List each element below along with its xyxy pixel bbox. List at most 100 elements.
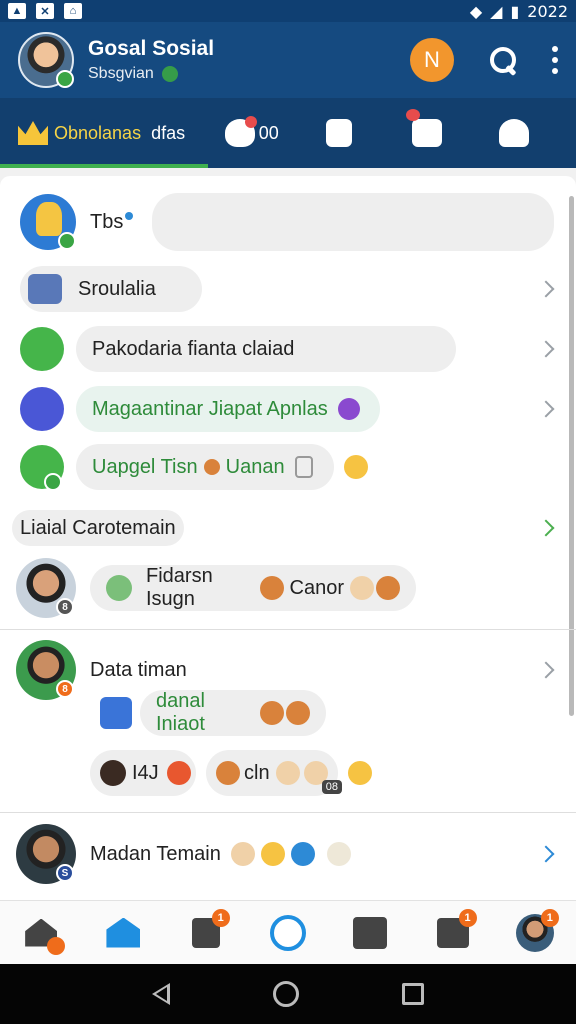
app-header: Gosal Sosial Sbsgvian N xyxy=(0,22,576,98)
person-icon xyxy=(499,119,530,147)
shortcut-1-label: Sroulalia xyxy=(78,277,156,300)
composer-row: Tbs xyxy=(0,192,576,252)
food-emoji-icon xyxy=(216,761,240,785)
composer-badge xyxy=(58,232,76,250)
shortcut-4-bubble[interactable]: Uapgel Tisn Uanan xyxy=(76,444,334,490)
ticket-icon xyxy=(20,327,64,371)
nav-profile[interactable]: 1 xyxy=(515,908,559,953)
recents-icon[interactable] xyxy=(402,983,425,1005)
post-1-avatar[interactable]: 8 xyxy=(16,558,76,618)
profile-avatar[interactable] xyxy=(18,32,74,88)
post-row-1[interactable]: 8 Fidarsn Isugn Canor xyxy=(0,556,576,620)
wifi-icon: ◆ xyxy=(469,1,483,21)
hands-emoji-icon xyxy=(275,761,300,785)
status-bar: ▲ ✕ ⌂ ◆ ◢ ▮ 2022 xyxy=(0,0,576,22)
tab-bookmarks[interactable] xyxy=(296,119,384,147)
shortcut-row-4[interactable]: Uapgel Tisn Uanan xyxy=(0,442,576,492)
nav-store[interactable] xyxy=(103,913,143,953)
smile-emoji-icon xyxy=(260,842,285,866)
calendar-icon xyxy=(28,274,62,304)
tools-icon xyxy=(353,916,388,949)
signal-icon: ◢ xyxy=(490,1,503,21)
chevron-right-icon[interactable] xyxy=(537,400,555,418)
tab-messages[interactable]: 00 xyxy=(208,116,296,147)
post-2-reply-3-text: cln xyxy=(244,761,270,784)
face-emoji-icon xyxy=(230,842,255,866)
post-2-reply-2-text: I4J xyxy=(132,761,159,784)
more-options-icon[interactable] xyxy=(552,46,558,74)
shortcut-row-2[interactable]: Pakodaria fianta claiad xyxy=(0,324,576,374)
tab-bar: Obnolanas dfas 00 xyxy=(0,98,576,168)
nav-badge-1: 1 xyxy=(211,908,230,927)
frog-icon xyxy=(106,575,132,601)
post-2-reply-row-2[interactable]: I4J cln 08 xyxy=(0,748,576,798)
chevron-right-icon[interactable] xyxy=(537,661,555,679)
composer-name: Tbs xyxy=(90,210,124,233)
composer-input[interactable] xyxy=(152,193,554,251)
tab-home[interactable]: Obnolanas dfas xyxy=(0,98,208,168)
shortcut-3-label: Magaantinar Jiapat Apnlas xyxy=(92,397,328,420)
crown-icon xyxy=(18,121,48,145)
chevron-right-icon[interactable] xyxy=(537,340,555,358)
stack-icon xyxy=(294,456,313,478)
post-2-reply-row-1[interactable]: danal Iniaot xyxy=(0,688,576,738)
divider xyxy=(0,812,576,813)
post-2-name: Data timan xyxy=(90,658,187,681)
divider xyxy=(0,629,576,630)
gallery-icon: ✕ xyxy=(36,3,54,19)
online-badge xyxy=(56,70,74,88)
game-icon xyxy=(100,697,132,729)
cookie-emoji-icon xyxy=(259,576,284,600)
chat-icon xyxy=(269,914,306,951)
shortcut-row-1[interactable]: Sroulalia xyxy=(0,264,576,314)
shortcut-1-bubble[interactable]: Sroulalia xyxy=(20,266,202,312)
home-button-icon[interactable] xyxy=(272,981,299,1007)
bird-icon xyxy=(224,116,257,147)
status-time: 2022 xyxy=(527,1,568,21)
system-nav-bar xyxy=(0,964,576,1024)
back-icon[interactable] xyxy=(151,983,170,1005)
composer-avatar[interactable] xyxy=(20,194,76,250)
post-2-reply-3[interactable]: cln 08 xyxy=(206,750,342,796)
post-3-avatar[interactable]: S xyxy=(16,824,76,884)
shortcut-4-label-2: Uanan xyxy=(225,455,285,478)
shortcut-3-bubble[interactable]: Magaantinar Jiapat Apnlas xyxy=(76,386,380,432)
status-left: ▲ ✕ ⌂ xyxy=(8,3,82,19)
header-subtitle: Sbsgvian xyxy=(88,65,214,83)
chevron-right-icon[interactable] xyxy=(537,519,555,537)
shortcut-4-label: Uapgel Tisn xyxy=(92,455,198,478)
composer-dot-icon xyxy=(125,212,134,220)
post-2-reply-1[interactable]: danal Iniaot xyxy=(140,690,326,736)
nav-devices[interactable]: 1 xyxy=(433,908,477,953)
mini-avatar xyxy=(100,760,126,786)
post-row-3[interactable]: S Madan Temain xyxy=(0,822,576,886)
nav-chat[interactable] xyxy=(268,913,308,953)
tab-messages-count: 00 xyxy=(258,122,279,143)
bottom-nav: 1 1 1 xyxy=(0,900,576,964)
nav-home[interactable] xyxy=(21,913,66,955)
tab-favorites[interactable] xyxy=(383,109,471,147)
bookmark-icon xyxy=(326,119,353,147)
shortcut-2-bubble[interactable]: Pakodaria fianta claiad xyxy=(76,326,456,372)
account-button[interactable]: N xyxy=(410,38,454,82)
store-icon xyxy=(106,917,141,948)
chevron-right-icon[interactable] xyxy=(537,845,555,863)
monkey-emoji-icon xyxy=(376,576,400,600)
search-icon[interactable] xyxy=(488,45,518,75)
section-title-bubble: Liaial Carotemain xyxy=(12,510,184,546)
nav-tools[interactable] xyxy=(350,913,390,953)
notification-icon: ▲ xyxy=(8,3,26,19)
app-title: Gosal Sosial xyxy=(88,37,215,60)
monkey-emoji-icon xyxy=(348,761,372,785)
nav-grid[interactable]: 1 xyxy=(186,908,230,953)
post-1-bubble[interactable]: Fidarsn Isugn Canor xyxy=(90,565,416,611)
tab-profile[interactable] xyxy=(471,119,559,147)
nav-badge-3: 1 xyxy=(540,908,559,927)
send-icon xyxy=(20,387,64,431)
face-emoji-icon xyxy=(260,701,284,725)
smile-emoji-icon xyxy=(344,455,368,479)
coupon-icon xyxy=(20,445,64,491)
shortcut-row-3[interactable]: Magaantinar Jiapat Apnlas xyxy=(0,384,576,434)
chevron-right-icon[interactable] xyxy=(537,280,555,298)
post-2-reply-2[interactable]: I4J xyxy=(90,750,196,796)
